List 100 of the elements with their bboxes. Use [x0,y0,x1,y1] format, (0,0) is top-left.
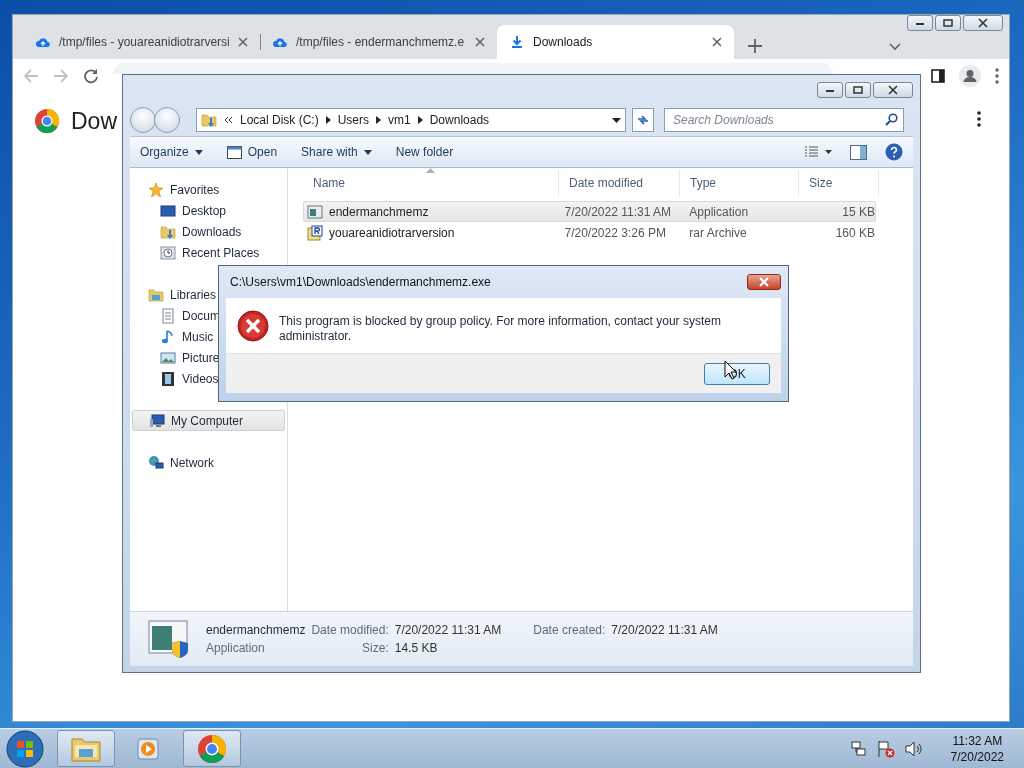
clock-date: 7/20/2022 [950,748,1004,765]
download-icon [509,34,525,50]
close-icon[interactable] [238,37,248,47]
film-icon [160,370,176,387]
page-title: Dow [71,109,117,133]
computer-icon [149,412,165,429]
maximize-button[interactable] [935,15,961,31]
view-options-icon[interactable] [804,146,832,158]
taskbar-button[interactable] [57,730,115,767]
double-chevron-icon[interactable] [224,116,233,124]
file-row[interactable]: youareanidiotrarversion 7/20/2022 3:26 PM rar Archive 160 KB [303,222,876,243]
column-header[interactable]: Date modified [559,170,680,196]
start-button[interactable] [6,729,44,768]
close-icon [759,277,769,287]
preview-pane-icon[interactable] [850,144,867,160]
archive-icon [307,224,323,241]
type-cell-text: rar Archive [688,225,748,240]
size-cell-text: 15 KB [841,204,875,219]
chrome-logo-icon [35,109,59,133]
monitor-icon [160,202,176,219]
nav-item[interactable]: Desktop [130,200,287,221]
date-cell-text: 7/20/2022 3:26 PM [563,225,667,240]
breadcrumb-item[interactable]: Local Disk (C:) [240,113,319,127]
nav-item[interactable]: Network [130,452,287,473]
size-cell-text: 160 KB [834,225,875,240]
field-label: Date modified: [311,623,389,637]
close-icon[interactable] [712,37,722,47]
breadcrumb-item[interactable]: vm1 [388,113,411,127]
refresh-button[interactable] [632,108,654,132]
browser-tab[interactable]: /tmp/files - endermanchmemz.e [260,25,497,59]
network-icon[interactable] [850,740,867,757]
speaker-icon[interactable] [904,740,923,757]
image-icon [160,349,176,366]
date-cell-text: 7/20/2022 11:31 AM [563,204,672,219]
field-label: Date created: [532,623,606,637]
chevron-right-icon[interactable] [325,116,331,124]
chevron-right-icon[interactable] [376,116,382,124]
field-value: 7/20/2022 11:31 AM [394,623,502,637]
column-header[interactable]: Type [680,170,799,196]
window-icon [226,144,242,160]
chrome-logo-icon [198,734,226,763]
browser-tab[interactable]: /tmp/files - youareanidiotrarversi [23,25,260,59]
close-icon[interactable] [475,37,485,47]
folder-icon [148,286,164,303]
address-bar[interactable]: Local Disk (C:) Users vm1 Downloads [196,108,626,132]
folder-icon [160,223,176,240]
help-icon[interactable] [885,143,903,161]
file-type: Application [206,641,266,655]
maximize-button[interactable] [845,81,871,98]
breadcrumb-item[interactable]: Users [337,113,370,127]
minimize-button[interactable] [817,81,843,98]
browser-tab[interactable]: Downloads [497,25,734,59]
search-icon[interactable] [885,113,898,126]
error-icon [237,310,269,342]
toolbar-button[interactable]: Share with [301,145,372,159]
nav-item[interactable]: Recent Places [130,242,287,263]
star-icon [148,181,164,198]
search-field[interactable]: Search Downloads [664,108,904,132]
minimize-icon [915,20,925,26]
taskbar-button[interactable] [183,730,241,767]
maximize-icon [853,85,863,94]
refresh-icon [636,113,650,127]
document-icon [160,307,176,324]
field-value: 7/20/2022 11:31 AM [611,623,718,637]
nav-item[interactable]: My Computer [132,410,285,431]
file-row[interactable]: endermanchmemz 7/20/2022 11:31 AM Application 15 KB [303,201,876,222]
minimize-button[interactable] [907,15,933,31]
chevron-right-icon[interactable] [417,116,423,124]
clock-time: 11:32 AM [952,732,1003,749]
dropdown-arrow-icon[interactable] [612,117,621,123]
profile-icon[interactable] [959,65,981,87]
plus-icon[interactable] [748,39,762,53]
chevron-down-icon[interactable] [889,43,901,51]
breadcrumb-item[interactable]: Downloads [429,113,490,127]
menu-icon[interactable] [995,68,999,84]
clock-icon [160,244,176,261]
nav-item[interactable]: Favorites [130,179,287,200]
close-icon [978,18,988,28]
file-name: endermanchmemz [329,204,429,219]
toolbar-button[interactable]: Open [226,144,278,160]
caret-icon [194,149,203,155]
type-cell-text: Application [688,204,750,219]
caret-icon [363,149,372,155]
reload-icon[interactable] [83,68,99,84]
close-button[interactable] [747,274,781,290]
menu-icon[interactable] [977,111,981,127]
toolbar-button[interactable]: New folder [395,145,454,159]
file-name: youareanidiotrarversion [329,225,455,240]
close-button[interactable] [963,15,1003,31]
maximize-icon [943,19,953,27]
nav-item[interactable]: Downloads [130,221,287,242]
file-name: endermanchmemz [206,623,306,637]
network-icon [148,454,164,471]
folder-icon [201,112,217,128]
column-header[interactable]: Size [799,170,879,196]
sidebar-icon[interactable] [931,69,945,83]
close-button[interactable] [873,81,913,98]
flag-icon[interactable] [876,739,895,758]
toolbar-button[interactable]: Organize [140,145,203,159]
close-icon [888,84,898,95]
